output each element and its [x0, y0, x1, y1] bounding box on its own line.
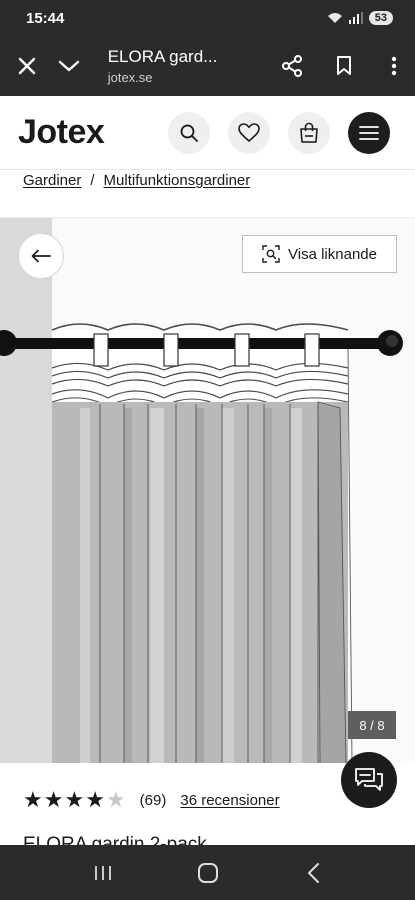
breadcrumb-link-gardiner[interactable]: Gardiner: [23, 172, 81, 189]
product-gallery[interactable]: Visa liknande 8 / 8: [0, 217, 415, 763]
home-icon: [197, 862, 218, 883]
menu-button[interactable]: [348, 112, 390, 154]
star-filled-icon: ★: [23, 787, 43, 812]
system-back-button[interactable]: [283, 853, 343, 893]
hamburger-menu-icon: [359, 126, 379, 140]
visual-search-icon: [262, 245, 280, 263]
chevron-down-icon: [58, 60, 79, 72]
back-chevron-icon: [307, 862, 319, 883]
breadcrumb-link-multifunktionsgardiner[interactable]: Multifunktionsgardiner: [104, 172, 251, 189]
status-icons: 53: [327, 11, 393, 25]
breadcrumb-separator: /: [90, 172, 95, 189]
star-rating: ★ ★ ★ ★ ★: [23, 789, 126, 811]
arrow-left-icon: [31, 249, 51, 263]
shopping-bag-icon: [300, 122, 318, 143]
search-button[interactable]: [168, 112, 210, 154]
star-filled-icon: ★: [43, 787, 64, 812]
page-title-block[interactable]: ELORA gard... jotex.se: [108, 47, 232, 85]
show-similar-label: Visa liknande: [288, 245, 377, 263]
system-nav-bar: [0, 845, 415, 900]
close-icon: [18, 57, 36, 75]
search-icon: [180, 124, 198, 142]
image-counter: 8 / 8: [348, 711, 396, 739]
header-actions: [168, 112, 390, 154]
page-domain: jotex.se: [107, 70, 153, 85]
status-bar: 15:44 53: [0, 0, 415, 36]
star-empty-icon: ★: [105, 787, 126, 812]
wifi-icon: [327, 13, 342, 23]
page-title: ELORA gard...: [107, 47, 218, 66]
more-vertical-icon: [391, 56, 397, 76]
close-tab-button[interactable]: [6, 44, 48, 88]
signal-icon: [348, 12, 363, 24]
gallery-back-button[interactable]: [18, 233, 64, 279]
rating-row: ★ ★ ★ ★ ★ (69) 36 recensioner: [23, 789, 280, 811]
rating-count: (69): [139, 791, 167, 809]
favorites-button[interactable]: [228, 112, 270, 154]
share-icon: [282, 55, 303, 77]
reviews-link[interactable]: 36 recensioner: [180, 792, 279, 809]
recent-apps-button[interactable]: [73, 853, 133, 893]
bookmark-button[interactable]: [323, 44, 365, 88]
breadcrumb: Gardiner / Multifunktionsgardiner: [23, 172, 250, 189]
chat-bubbles-icon: [355, 768, 383, 791]
site-header: Jotex: [0, 96, 415, 170]
heart-icon: [238, 123, 260, 143]
share-button[interactable]: [271, 44, 313, 88]
star-filled-icon: ★: [85, 787, 105, 812]
site-logo[interactable]: Jotex: [18, 113, 105, 152]
battery-indicator: 53: [368, 11, 393, 25]
chat-button[interactable]: [341, 752, 397, 808]
curtain-body: [52, 347, 353, 763]
show-similar-button[interactable]: Visa liknande: [242, 235, 397, 273]
curtain-product-image: [0, 218, 403, 763]
bookmark-icon: [337, 56, 352, 75]
cart-button[interactable]: [288, 112, 330, 154]
collapse-button[interactable]: [48, 44, 90, 88]
more-options-button[interactable]: [373, 44, 415, 88]
browser-toolbar: ELORA gard... jotex.se: [0, 36, 415, 96]
home-button[interactable]: [178, 853, 238, 893]
star-filled-icon: ★: [64, 787, 85, 812]
recent-apps-icon: [94, 865, 111, 880]
status-time: 15:44: [26, 9, 65, 27]
